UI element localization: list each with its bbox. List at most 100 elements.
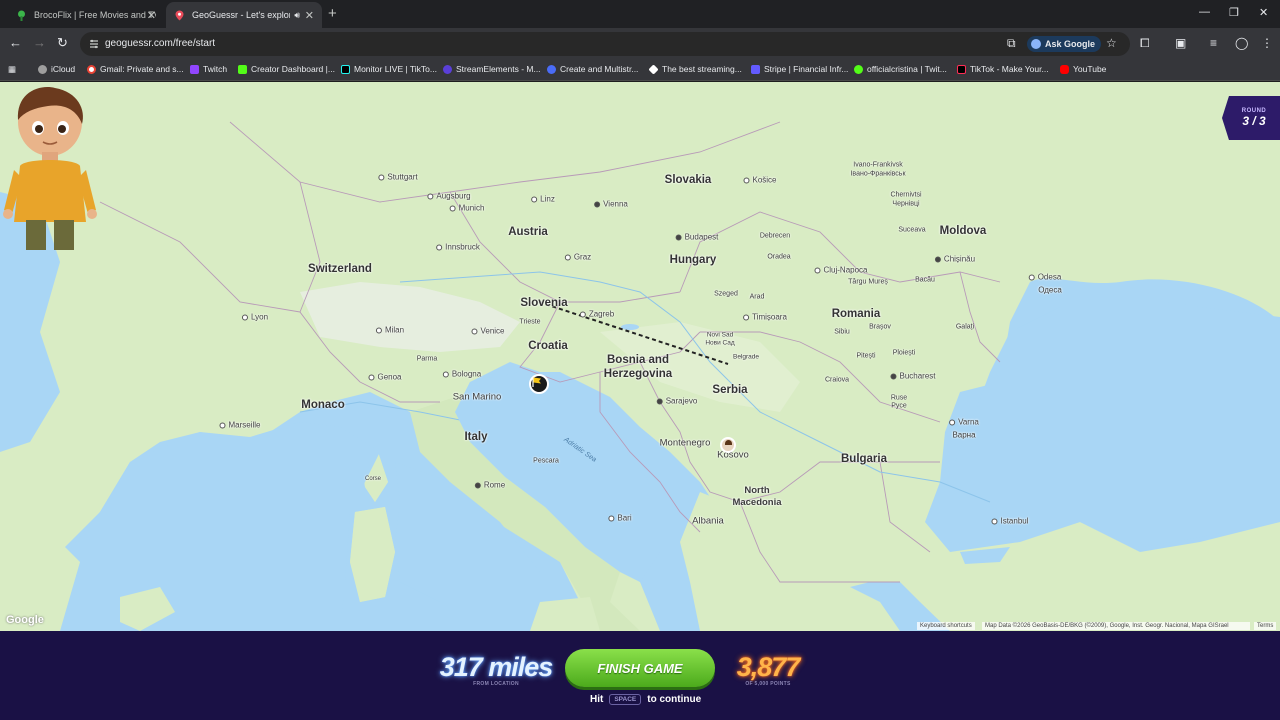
- restream-icon: [547, 64, 556, 74]
- google-lens-icon: [1031, 39, 1041, 49]
- tab-bar: BrocoFlix | Free Movies and TV ✕ GeoGues…: [0, 0, 1280, 28]
- close-icon[interactable]: ✕: [147, 9, 156, 22]
- country-label: Slovakia: [664, 174, 712, 186]
- bookmark-stripe[interactable]: Stripe | Financial Infr...: [751, 64, 848, 74]
- bookmark-streaming[interactable]: The best streaming...: [648, 63, 742, 75]
- city-label: Bucharest: [890, 372, 935, 381]
- restore-icon[interactable]: ❐: [1229, 6, 1239, 19]
- back-icon[interactable]: ←: [9, 36, 22, 50]
- city-label: Ploiești: [892, 349, 916, 357]
- bookmark-youtube[interactable]: YouTube: [1060, 64, 1106, 74]
- address-bar[interactable]: geoguessr.com/free/start: [80, 32, 1130, 56]
- ask-google-label: Ask Google: [1045, 39, 1096, 49]
- city-label: Corse: [364, 476, 382, 482]
- forward-icon[interactable]: →: [33, 36, 46, 50]
- city-label: Arad: [749, 293, 765, 301]
- new-tab-icon[interactable]: +: [328, 5, 337, 22]
- tiktok-icon: [341, 64, 350, 74]
- keyboard-shortcuts-link[interactable]: Keyboard shortcuts: [917, 622, 975, 630]
- city-label: Bologna: [443, 370, 481, 379]
- city-label: Târgu Mureș: [848, 278, 888, 286]
- city-label: Marseille: [219, 421, 260, 430]
- install-app-icon[interactable]: ⧉: [1007, 37, 1016, 50]
- minimize-icon[interactable]: —: [1199, 6, 1210, 18]
- continue-hint: Hit SPACE to continue: [590, 694, 701, 705]
- bookmark-icloud[interactable]: iCloud: [38, 64, 75, 74]
- tab-geoguessr[interactable]: GeoGuessr - Let's explore t 🔊︎ ✕: [166, 2, 322, 28]
- country-label: Austria: [508, 226, 548, 238]
- bookmark-tiktok[interactable]: TikTok - Make Your...: [957, 64, 1049, 74]
- bookmark-streamelements[interactable]: StreamElements - M...: [443, 64, 541, 74]
- city-label: Pescara: [533, 457, 559, 465]
- country-label: Montenegro: [659, 437, 711, 449]
- kick-icon: [854, 64, 863, 74]
- city-label: Chișinău: [935, 255, 975, 264]
- bookmark-label: TikTok - Make Your...: [970, 64, 1049, 74]
- result-map[interactable]: Slovakia Austria Hungary Moldova Switzer…: [0, 82, 1280, 631]
- bookmarks-bar: ▦ iCloud Gmail: Private and s... Twitch …: [0, 59, 1280, 81]
- city-label: Milan: [376, 326, 404, 335]
- apple-icon: [38, 64, 47, 74]
- city-label: Belgrade: [732, 353, 760, 361]
- extensions-icon[interactable]: ⧠: [1140, 37, 1150, 50]
- bookmark-gmail[interactable]: Gmail: Private and s...: [87, 64, 184, 74]
- finish-game-button[interactable]: FINISH GAME: [565, 649, 715, 687]
- city-label: Galați: [955, 323, 975, 331]
- city-label: Varna: [949, 418, 979, 427]
- close-window-icon[interactable]: ✕: [1259, 6, 1268, 19]
- bookmark-label: Twitch: [203, 64, 228, 74]
- url-text: geoguessr.com/free/start: [105, 38, 216, 49]
- city-label: Sibiu: [834, 328, 850, 336]
- country-label: Romania: [831, 308, 881, 320]
- city-label: Budapest: [676, 233, 719, 242]
- guess-marker[interactable]: [529, 374, 549, 394]
- country-label: Hungary: [669, 254, 717, 266]
- bookmark-label: iCloud: [51, 64, 76, 74]
- menu-icon[interactable]: ⋮: [1261, 37, 1273, 50]
- city-label: Parma: [416, 355, 438, 363]
- bookmark-kick-channel[interactable]: officialcristina | Twit...: [854, 64, 947, 74]
- ask-google-button[interactable]: Ask Google: [1027, 36, 1102, 52]
- reload-icon[interactable]: ↻: [57, 36, 68, 50]
- city-label: Istanbul: [991, 517, 1028, 526]
- bookmark-twitch[interactable]: Twitch: [190, 64, 227, 74]
- points-stat: 3,877 OF 5,000 POINTS: [728, 652, 808, 687]
- city-label: Timișoara: [743, 313, 787, 322]
- site-info-icon[interactable]: [88, 38, 100, 50]
- city-label: Ruse: [890, 394, 908, 402]
- bookmark-kick[interactable]: Creator Dashboard |...: [238, 64, 335, 74]
- city-label: Нови Сад: [705, 339, 735, 347]
- brocoflix-icon: [16, 10, 27, 21]
- location-pin-icon: [174, 10, 185, 21]
- close-icon[interactable]: ✕: [305, 9, 314, 22]
- round-indicator: ROUND 3 / 3: [1222, 96, 1280, 140]
- city-label: Sarajevo: [657, 397, 698, 406]
- speaker-icon[interactable]: 🔊︎: [294, 10, 300, 21]
- media-controls-icon[interactable]: ≡: [1210, 37, 1217, 50]
- bookmark-label: StreamElements - M...: [456, 64, 541, 74]
- bookmark-restream[interactable]: Create and Multistr...: [547, 64, 638, 74]
- city-label: Brașov: [869, 323, 891, 331]
- bookmark-star-icon[interactable]: ☆: [1106, 37, 1117, 50]
- city-label: Чернівці: [892, 200, 920, 208]
- map-data-attribution: Map Data ©2026 GeoBasis-DE/BKG (©2009), …: [982, 622, 1250, 630]
- side-panel-icon[interactable]: ▣: [1175, 37, 1186, 50]
- terms-link[interactable]: Terms: [1254, 622, 1277, 630]
- bookmark-label: Creator Dashboard |...: [251, 64, 335, 74]
- tab-brocoflix[interactable]: BrocoFlix | Free Movies and TV ✕: [8, 2, 164, 28]
- bookmark-label: Stripe | Financial Infr...: [764, 64, 849, 74]
- player-avatar: [3, 87, 97, 250]
- profile-icon[interactable]: ◯: [1235, 37, 1248, 50]
- google-logo: Google: [6, 614, 44, 626]
- country-label: Monaco: [301, 399, 345, 411]
- space-key-badge: SPACE: [609, 694, 642, 705]
- bookmark-label: Monitor LIVE | TikTo...: [354, 64, 437, 74]
- city-label: Košice: [743, 176, 776, 185]
- bookmark-tiktok-monitor[interactable]: Monitor LIVE | TikTo...: [341, 64, 437, 74]
- city-label: Івано-Франківськ: [850, 170, 906, 178]
- city-label: Rome: [475, 481, 505, 490]
- bookmark-label: officialcristina | Twit...: [867, 64, 947, 74]
- apps-grid-icon[interactable]: ▦: [8, 64, 16, 75]
- correct-location-marker[interactable]: [720, 437, 736, 453]
- youtube-icon: [1060, 64, 1069, 74]
